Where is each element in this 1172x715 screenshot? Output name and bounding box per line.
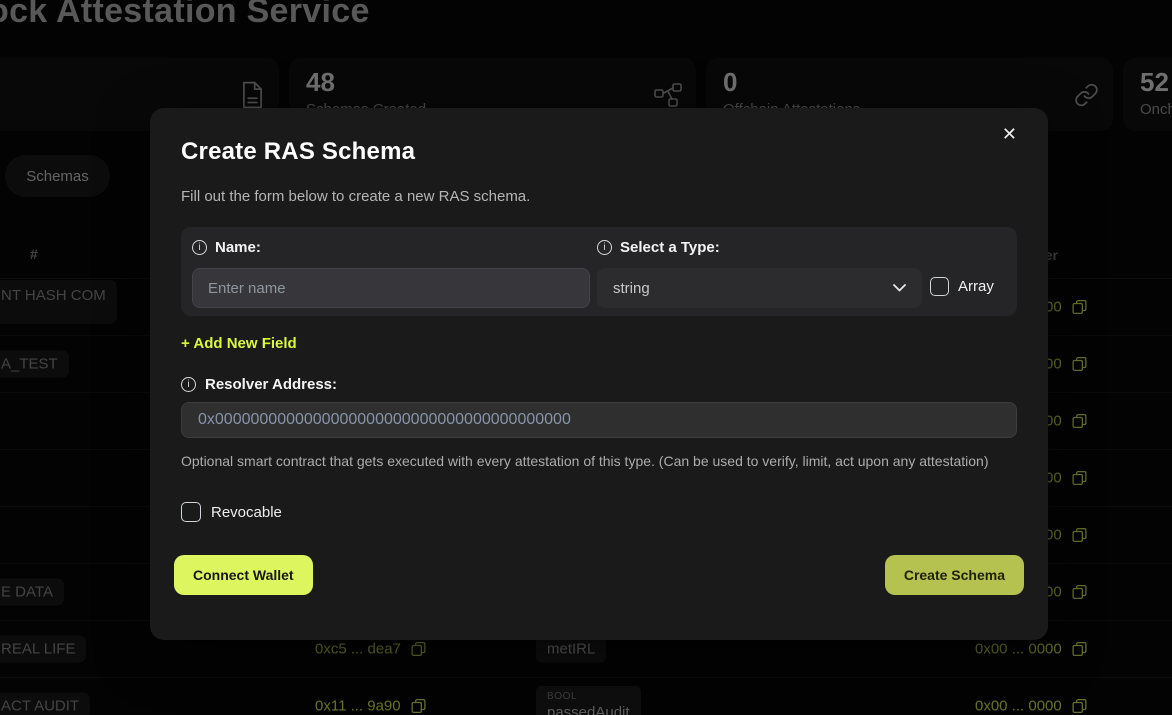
connect-wallet-button[interactable]: Connect Wallet xyxy=(174,555,313,595)
revocable-checkbox-group: Revocable xyxy=(181,502,1017,522)
type-select-value: string xyxy=(613,280,893,297)
type-select[interactable]: string xyxy=(597,268,922,308)
resolver-address-label: Resolver Address: xyxy=(205,376,337,393)
create-schema-button[interactable]: Create Schema xyxy=(885,555,1024,595)
close-icon[interactable]: ✕ xyxy=(998,121,1021,147)
name-field-group: Name: xyxy=(192,239,590,308)
array-checkbox[interactable] xyxy=(930,277,949,296)
name-field-label-row: Name: xyxy=(192,239,590,256)
name-field-label: Name: xyxy=(215,239,261,256)
revocable-checkbox[interactable] xyxy=(181,502,201,522)
info-icon xyxy=(181,377,196,392)
create-schema-modal: ✕ Create RAS Schema Fill out the form be… xyxy=(150,108,1048,640)
name-input[interactable] xyxy=(192,268,590,308)
info-icon xyxy=(597,240,612,255)
schema-field-panel: Name: Select a Type: string Array xyxy=(181,227,1017,316)
array-checkbox-label: Array xyxy=(958,278,994,295)
modal-footer: Connect Wallet Create Schema xyxy=(174,555,1024,595)
app-screen: ock Attestation Service 48 Schemas Creat… xyxy=(0,0,1172,715)
info-icon xyxy=(192,240,207,255)
resolver-help-text: Optional smart contract that gets execut… xyxy=(181,451,991,471)
add-new-field-button[interactable]: + Add New Field xyxy=(181,335,297,352)
type-field-label: Select a Type: xyxy=(620,239,720,256)
revocable-checkbox-label: Revocable xyxy=(211,504,282,521)
chevron-down-icon xyxy=(893,284,906,292)
modal-subtitle: Fill out the form below to create a new … xyxy=(181,188,1017,205)
type-field-label-row: Select a Type: xyxy=(597,239,922,256)
array-checkbox-group: Array xyxy=(930,277,994,296)
modal-title: Create RAS Schema xyxy=(181,138,1017,166)
type-field-group: Select a Type: string xyxy=(597,239,922,308)
resolver-address-input[interactable] xyxy=(181,402,1017,438)
resolver-label-row: Resolver Address: xyxy=(181,376,1017,393)
